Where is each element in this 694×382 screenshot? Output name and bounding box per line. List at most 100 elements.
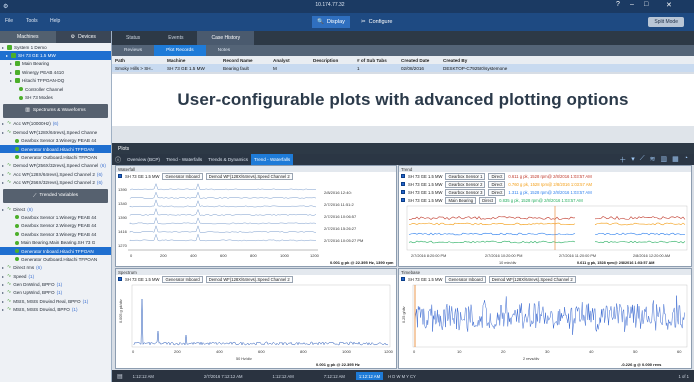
variable-dropdown[interactable]: Direct — [488, 188, 506, 196]
checkbox[interactable] — [118, 174, 122, 178]
sidebar-toggle-icon[interactable]: ▤ — [112, 373, 128, 380]
tree-item[interactable]: Generator Outboard.Hitachi TFPOAN — [0, 153, 111, 161]
help-icon[interactable]: ? — [616, 1, 620, 8]
variable-dropdown[interactable]: Direct — [488, 180, 506, 188]
point-dropdown[interactable]: Generator Inboard — [445, 275, 486, 283]
tree-item[interactable]: ▸ Main Bearing — [0, 60, 111, 68]
tree-item[interactable]: Controller Channel — [0, 85, 111, 93]
tree-item[interactable]: Gearbox Sensor 2.Winergy PEAB 44 — [0, 222, 111, 230]
spectrum-plot[interactable]: 0.005 g pk/div 0 200 400 600 800 1000 1200 50 Hz… — [116, 283, 396, 369]
tree-item[interactable]: ▸ SH 73 GE 1.5 MW — [0, 51, 111, 60]
variable-dropdown[interactable]: Direct — [479, 196, 497, 204]
tree-item[interactable]: ▸ ∿ Direct (6) — [0, 205, 111, 213]
add-icon[interactable]: ＋ — [619, 155, 626, 165]
tree-item[interactable]: SH 73 Modes — [0, 93, 111, 101]
tab-reviews[interactable]: Reviews — [112, 45, 154, 56]
point-dropdown[interactable]: Main Bearing — [445, 196, 477, 204]
tab-devices[interactable]: ⚙ Devices — [56, 31, 112, 43]
maximize-icon[interactable]: □ — [644, 1, 648, 8]
plot-view-tab[interactable]: Trends & Dynamics — [205, 154, 251, 165]
variable-dropdown[interactable]: Direct — [488, 172, 506, 180]
display-button[interactable]: 🔍 Display — [312, 16, 350, 28]
table-row[interactable]: Smoky Hills > SH.. SH 73 GE 1.5 MW Bearing… — [112, 64, 694, 72]
trended-variables-button[interactable]: ⟋ Trended Variables — [3, 188, 108, 203]
plot-view-tab[interactable]: Trend - Waterfalls — [163, 154, 205, 165]
tree-item[interactable]: ▸ ∿ Acc WF(128X/64revs),Speed Channel 2 (6) — [0, 170, 111, 178]
tree-item[interactable]: ▸ ∿ Demod WF(256X/32revs),Speed Channel (6) — [0, 162, 111, 170]
grid-plot-icon[interactable]: ▦ — [672, 155, 679, 165]
point-dropdown[interactable]: Gearbox Sensor 3 — [445, 188, 486, 196]
checkbox[interactable] — [401, 174, 405, 178]
tree-item-label: Hitachi TFPOAN-DQ — [22, 78, 65, 84]
help-circle-icon[interactable]: ⓘ — [112, 155, 124, 164]
configure-button[interactable]: ✂ Configure — [356, 16, 397, 28]
column-header[interactable]: Analyst — [270, 58, 310, 63]
column-header[interactable]: # of Sub Tabs — [354, 58, 398, 63]
layout-icon[interactable]: ▾ — [631, 155, 635, 165]
trend-plot-icon[interactable]: ⟋ — [640, 155, 645, 165]
trend-plot[interactable]: 2/7/2016 8:20:00 PM 2/7/2016 10:20:00 PM 2… — [399, 204, 691, 266]
tree-item[interactable]: ▸ ∿ Direct rms (6) — [0, 264, 111, 272]
tree-item[interactable]: Gearbox Sensor 3.Winergy PEAB 44 — [0, 137, 111, 145]
spectrums-waveforms-button[interactable]: ▥ Spectrums & Waveforms — [3, 103, 108, 118]
tab-notes[interactable]: Notes — [206, 45, 243, 56]
column-header[interactable]: Record Name — [220, 58, 270, 63]
tab-events[interactable]: Events — [154, 31, 197, 45]
checkbox[interactable] — [118, 277, 122, 281]
tree-item[interactable]: ▸ ∿ MSIS, MSIS Dnwind, BPFO (1) — [0, 306, 111, 314]
timebase-plot[interactable]: 0.25 g/div 0 10 20 30 40 50 60 2 revs/div -0.226 … — [399, 283, 691, 369]
variable-dropdown[interactable]: Demod WF(128X/64revs).Speed Channel 2 — [488, 275, 576, 283]
point-dropdown[interactable]: Generator Inboard — [162, 275, 203, 283]
tree-item[interactable]: ▸ ∿ Speed (1) — [0, 272, 111, 280]
tree-item[interactable]: Gearbox Sensor 3.Winergy PEAB 44 — [0, 230, 111, 238]
tree-item[interactable]: ▸ ∿ Acc WF(10000Hz) (6) — [0, 120, 111, 128]
variable-dropdown[interactable]: Demod WF(128X/64revs).Speed Channel 2 — [205, 275, 293, 283]
checkbox[interactable] — [401, 182, 405, 186]
tree-item[interactable]: Generator Outboard.Hitachi TFPOAN — [0, 255, 111, 263]
tree-item[interactable]: ▸ ∿ Gen DnWind, BPFO (1) — [0, 280, 111, 288]
waterfall-plot-icon[interactable]: ≋ — [650, 155, 656, 165]
close-icon[interactable]: ✕ — [666, 1, 672, 9]
tree-item[interactable]: Main Bearing.Main Bearing.SH 73 G — [0, 238, 111, 246]
column-header[interactable]: Created By — [440, 58, 510, 63]
column-header[interactable]: Path — [112, 58, 164, 63]
plot-view-tab[interactable]: Overview (BCP) — [124, 154, 163, 165]
polar-plot-icon[interactable]: ◔ — [684, 155, 688, 165]
menu-help[interactable]: Help — [50, 18, 60, 24]
point-dropdown[interactable]: Gearbox Sensor 1 — [445, 172, 486, 180]
tree-item[interactable]: ▸ Winergy PEAB 4410 — [0, 68, 111, 76]
checkbox[interactable] — [401, 198, 405, 202]
waterfall-plot[interactable]: 1390 1340 1390 1416 1270 2/8/2016 12:40: 2/7/2… — [116, 180, 396, 266]
tree-item[interactable]: Generator Inboard.Hitachi TFPOAN — [0, 246, 111, 256]
tab-case-history[interactable]: Case History — [197, 31, 255, 45]
menu-tools[interactable]: Tools — [26, 18, 38, 24]
point-dropdown[interactable]: Gearbox Sensor 2 — [445, 180, 486, 188]
tree-item[interactable]: ▸ ∿ MSIS, MSIS Dnwind Real, BPFO (1) — [0, 297, 111, 305]
column-header[interactable]: Description — [310, 58, 354, 63]
tree-item[interactable]: ▸ ∿ Gen UpWind, BPFO (1) — [0, 289, 111, 297]
machine-label: SH 73 GE 1.5 MW — [408, 181, 443, 187]
bar-plot-icon[interactable]: ▥ — [661, 155, 668, 165]
minimize-icon[interactable]: – — [630, 1, 634, 8]
checkbox[interactable] — [401, 190, 405, 194]
tab-machines[interactable]: Machines — [0, 31, 56, 43]
tree-item[interactable]: ▸ System 1 Demo — [0, 43, 111, 51]
column-header[interactable]: Machine — [164, 58, 220, 63]
tab-status[interactable]: Status — [112, 31, 154, 45]
machine-label: SH 73 GE 1.5 MW — [408, 197, 443, 203]
range-end[interactable]: 1:12:12 AM — [355, 372, 384, 380]
tree-item[interactable]: ▸ Hitachi TFPOAN-DQ — [0, 77, 111, 85]
menu-file[interactable]: File — [5, 18, 13, 24]
column-header[interactable]: Created Date — [398, 58, 440, 63]
plot-view-tab[interactable]: Trend - Waterfalls — [251, 154, 294, 165]
tree-item[interactable]: ▸ ∿ Acc WF(256X/32revs),Speed Channel 2 (6) — [0, 178, 111, 186]
tree-item[interactable]: ▸ ∿ Demod WF(128X/64revs),Speed Channe — [0, 128, 111, 136]
variable-dropdown[interactable]: Demod WF(128X/64revs).Speed Channel 2 — [205, 172, 293, 180]
checkbox[interactable] — [401, 277, 405, 281]
split-mode-button[interactable]: Split Mode — [648, 17, 684, 27]
tree-item[interactable]: Gearbox Sensor 1.Winergy PEAB 44 — [0, 213, 111, 221]
point-dropdown[interactable]: Generator Inboard — [162, 172, 203, 180]
span-selector[interactable]: H D W M Y CY — [383, 374, 421, 379]
tab-plot-records[interactable]: Plot Records — [154, 45, 206, 56]
tree-item[interactable]: Generator Inboard.Hitachi TFPOAN — [0, 144, 111, 154]
